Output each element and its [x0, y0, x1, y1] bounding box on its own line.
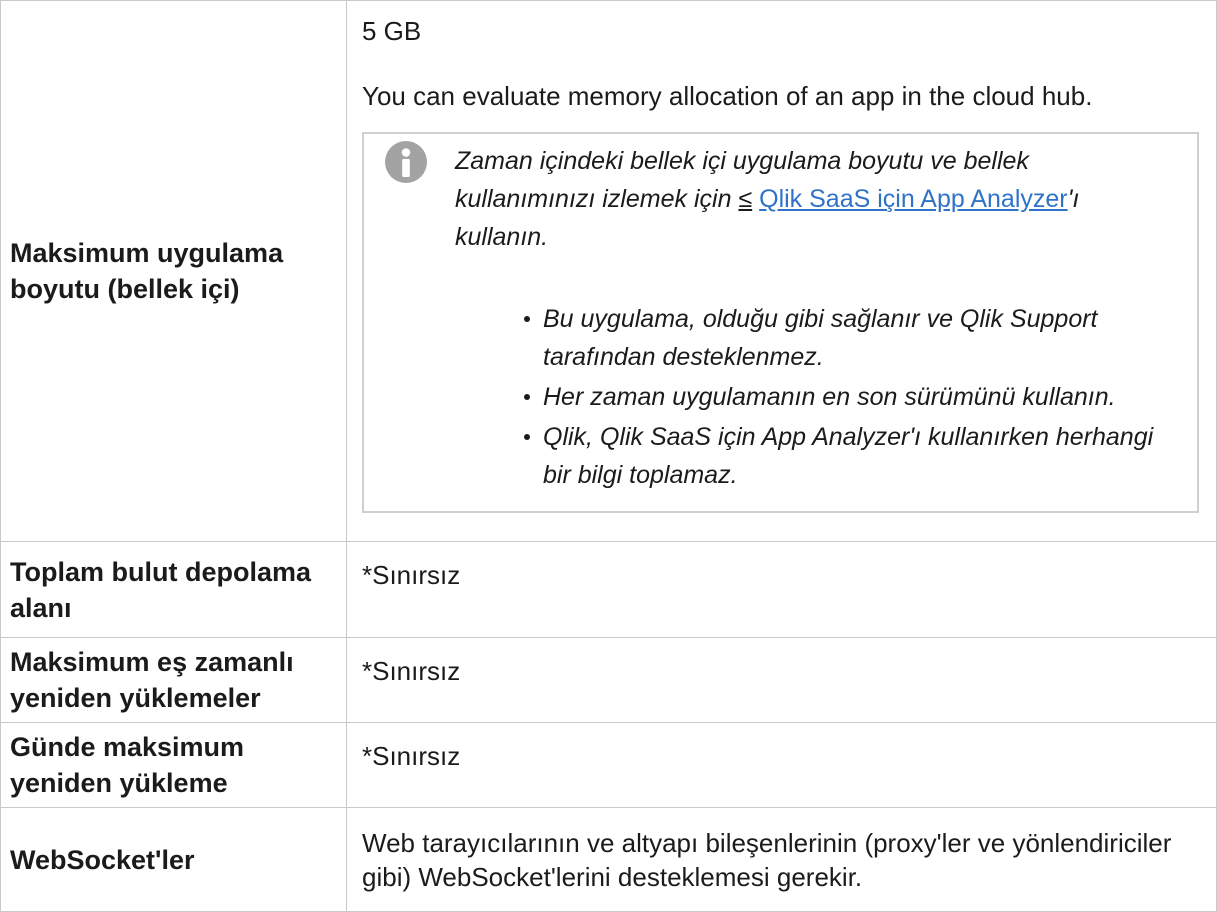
row-label: Toplam bulut depolama alanı — [10, 556, 312, 623]
row-header-cell: Günde maksimum yeniden yükleme — [1, 723, 347, 807]
info-icon — [385, 141, 427, 183]
row-label: Günde maksimum yeniden yükleme — [10, 732, 245, 798]
table-row: Maksimum eş zamanlı yeniden yüklemeler *… — [1, 638, 1216, 723]
row-value: Web tarayıcılarının ve altyapı bileşenle… — [362, 828, 1172, 892]
row-label: Maksimum uygulama boyutu (bellek içi) — [10, 238, 284, 304]
app-analyzer-link[interactable]: Qlik SaaS için App Analyzer — [759, 185, 1068, 213]
row-value-cell: 5 GB You can evaluate memory allocation … — [347, 1, 1216, 541]
external-link-glyph[interactable]: ≤ — [738, 185, 752, 213]
row-value: *Sınırsız — [362, 560, 461, 590]
table-row: Toplam bulut depolama alanı *Sınırsız — [1, 542, 1216, 638]
list-item: Her zaman uygulamanın en son sürümünü ku… — [524, 378, 1179, 416]
row-header-cell: WebSocket'ler — [1, 808, 347, 911]
limits-table: Maksimum uygulama boyutu (bellek içi) 5 … — [0, 0, 1217, 912]
list-item: Bu uygulama, olduğu gibi sağlanır ve Qli… — [524, 300, 1179, 376]
table-row: Günde maksimum yeniden yükleme *Sınırsız — [1, 723, 1216, 808]
note-text: Zaman içindeki bellek içi uygulama boyut… — [455, 142, 1135, 256]
row-value-cell: *Sınırsız — [347, 638, 1216, 722]
row-header-cell: Maksimum uygulama boyutu (bellek içi) — [1, 1, 347, 541]
row-value-cell: Web tarayıcılarının ve altyapı bileşenle… — [347, 808, 1216, 911]
row-value: 5 GB — [362, 16, 422, 46]
row-value: *Sınırsız — [362, 656, 461, 686]
row-description: You can evaluate memory allocation of an… — [362, 81, 1093, 111]
table-row: Maksimum uygulama boyutu (bellek içi) 5 … — [1, 1, 1216, 542]
list-item: Qlik, Qlik SaaS için App Analyzer'ı kull… — [524, 418, 1179, 494]
row-header-cell: Toplam bulut depolama alanı — [1, 542, 347, 637]
note-bullet-list: Bu uygulama, olduğu gibi sağlanır ve Qli… — [455, 300, 1179, 494]
note-body: Zaman içindeki bellek içi uygulama boyut… — [455, 142, 1179, 494]
row-label: WebSocket'ler — [10, 844, 195, 875]
table-row: WebSocket'ler Web tarayıcılarının ve alt… — [1, 808, 1216, 912]
row-label: Maksimum eş zamanlı yeniden yüklemeler — [10, 647, 294, 713]
row-header-cell: Maksimum eş zamanlı yeniden yüklemeler — [1, 638, 347, 722]
row-value-cell: *Sınırsız — [347, 723, 1216, 807]
note-box: Zaman içindeki bellek içi uygulama boyut… — [362, 132, 1199, 513]
row-value: *Sınırsız — [362, 741, 461, 771]
row-value-cell: *Sınırsız — [347, 542, 1216, 637]
